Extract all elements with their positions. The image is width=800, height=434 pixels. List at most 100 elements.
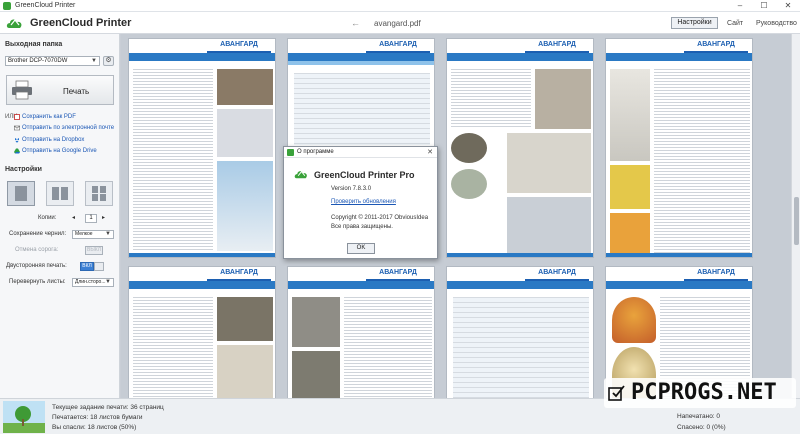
watermark-box-icon xyxy=(608,385,625,401)
flip-sheets-value: Длин.сторо... xyxy=(75,279,106,285)
app-header: GreenCloud Printer ← avangard.pdf Настро… xyxy=(0,12,800,34)
guide-link[interactable]: Руководство xyxy=(756,20,797,27)
save-as-pdf-link[interactable]: Сохранить как PDF xyxy=(22,114,76,120)
photo-image xyxy=(217,109,273,157)
vertical-scrollbar[interactable] xyxy=(791,34,800,398)
photo-image xyxy=(217,345,273,398)
copyright-text: Copyright © 2011-2017 ObviousIdea xyxy=(331,215,429,221)
layout-four-pages-button[interactable] xyxy=(85,181,113,206)
status-printing: Печатается: 18 листов бумаги xyxy=(52,414,143,421)
page-band xyxy=(129,281,275,289)
page-band xyxy=(288,281,434,289)
page-footer xyxy=(606,253,752,257)
left-panel: Выходная папка Brother DCP-7070DW ▼ ⚙ Пе… xyxy=(0,34,120,398)
copies-stepper[interactable]: ◂ 1 ▸ xyxy=(72,214,110,223)
photo-image xyxy=(610,165,650,209)
send-google-drive-link[interactable]: Отправить на Google Drive xyxy=(22,148,97,154)
photo-image xyxy=(507,133,591,193)
page-header-text xyxy=(133,267,193,281)
page-band xyxy=(447,53,593,61)
page-thumbnail[interactable]: АВАНГАРД xyxy=(446,266,594,398)
avangard-logo: АВАНГАРД xyxy=(525,39,589,53)
page-thumbnail[interactable]: АВАНГАРД xyxy=(287,266,435,398)
printer-icon xyxy=(12,80,32,100)
site-link[interactable]: Сайт xyxy=(727,20,743,27)
duplex-toggle-off[interactable] xyxy=(94,262,104,271)
photo-image xyxy=(217,161,273,251)
page-thumbnail[interactable]: АВАНГАРД xyxy=(605,38,753,258)
pdf-icon xyxy=(14,114,20,120)
copies-value[interactable]: 1 xyxy=(85,214,97,223)
app-icon xyxy=(287,149,294,156)
page-band xyxy=(288,53,434,61)
one-page-layout-icon xyxy=(15,186,27,201)
reverse-order-toggle[interactable]: ВЫКЛ xyxy=(85,246,103,255)
ink-saving-label: Сохранение чернил: xyxy=(9,231,67,237)
duplex-toggle-on[interactable]: ВКЛ xyxy=(80,262,94,271)
page-text-block xyxy=(133,69,213,251)
page-footer xyxy=(447,253,593,257)
preview-area[interactable]: АВАНГАРД АВАНГАРД АВАНГАРД АВАНГАРД АВАН… xyxy=(121,34,791,398)
table-block xyxy=(294,73,430,145)
version-text: Version 7.8.3.0 xyxy=(331,186,372,192)
ink-saving-select[interactable]: Мелкое ▼ xyxy=(72,230,114,239)
page-thumbnail[interactable]: АВАНГАРД xyxy=(128,266,276,398)
dropbox-icon xyxy=(15,138,19,143)
photo-image xyxy=(610,213,650,253)
page-text-block xyxy=(133,297,213,398)
minimize-button[interactable]: – xyxy=(728,0,752,12)
page-thumbnail[interactable]: АВАНГАРД xyxy=(446,38,594,258)
output-folder-title: Выходная папка xyxy=(5,41,63,48)
chevron-down-icon: ▼ xyxy=(105,279,111,285)
page-text-block xyxy=(344,297,432,398)
status-printed-count: Напечатано: 0 xyxy=(677,413,721,420)
avangard-logo: АВАНГАРД xyxy=(684,39,748,53)
printer-settings-button[interactable]: ⚙ xyxy=(103,56,114,66)
photo-image xyxy=(217,297,273,341)
avangard-logo: АВАНГАРД xyxy=(684,267,748,281)
decrement-arrow-icon[interactable]: ◂ xyxy=(72,214,75,223)
google-drive-icon xyxy=(14,148,20,154)
printer-select[interactable]: Brother DCP-7070DW ▼ xyxy=(5,56,100,66)
send-dropbox-link[interactable]: Отправить на Dropbox xyxy=(22,137,84,143)
page-band xyxy=(606,281,752,289)
close-window-button[interactable]: ✕ xyxy=(776,0,800,12)
ok-button[interactable]: OK xyxy=(347,243,375,254)
flip-sheets-select[interactable]: Длин.сторо... ▼ xyxy=(72,278,114,287)
status-current-job: Текущее задание печати: 36 страниц xyxy=(52,404,164,411)
photo-image xyxy=(451,169,487,199)
dialog-title: О программе xyxy=(297,149,334,155)
check-updates-link[interactable]: Проверить обновления xyxy=(331,199,396,205)
close-icon[interactable]: ✕ xyxy=(427,148,433,156)
page-text-block xyxy=(451,69,531,129)
duplex-label: Двусторонняя печать: xyxy=(6,263,67,269)
page-header-text xyxy=(133,39,193,53)
page-header-text xyxy=(610,267,670,281)
about-dialog: О программе ✕ GreenCloud Printer Pro Ver… xyxy=(283,146,438,259)
layout-one-page-button[interactable] xyxy=(7,181,35,206)
print-button-label: Печать xyxy=(63,87,90,96)
avangard-logo: АВАНГАРД xyxy=(207,267,271,281)
scrollbar-thumb[interactable] xyxy=(794,197,799,245)
settings-button[interactable]: Настройки xyxy=(671,17,718,29)
two-pages-layout-icon xyxy=(52,187,68,200)
page-header-text xyxy=(610,39,670,53)
page-thumbnail[interactable]: АВАНГАРД xyxy=(287,38,435,148)
app-brand: GreenCloud Printer xyxy=(30,17,132,29)
greencloud-logo-icon xyxy=(6,19,22,28)
avangard-logo: АВАНГАРД xyxy=(366,267,430,281)
send-email-link[interactable]: Отправить по электронной почте xyxy=(22,125,114,131)
layout-two-pages-button[interactable] xyxy=(46,181,74,206)
ink-saving-value: Мелкое xyxy=(75,231,93,237)
print-button[interactable]: Печать xyxy=(6,75,114,105)
photo-image xyxy=(217,69,273,105)
back-arrow-icon[interactable]: ← xyxy=(351,18,360,28)
dialog-titlebar: О программе ✕ xyxy=(284,147,437,158)
increment-arrow-icon[interactable]: ▸ xyxy=(102,214,105,223)
app-icon xyxy=(3,2,11,10)
page-header-text xyxy=(292,267,352,281)
document-name: avangard.pdf xyxy=(374,19,421,28)
page-header-text xyxy=(292,39,352,53)
page-thumbnail[interactable]: АВАНГАРД xyxy=(128,38,276,258)
maximize-button[interactable]: ☐ xyxy=(752,0,776,12)
